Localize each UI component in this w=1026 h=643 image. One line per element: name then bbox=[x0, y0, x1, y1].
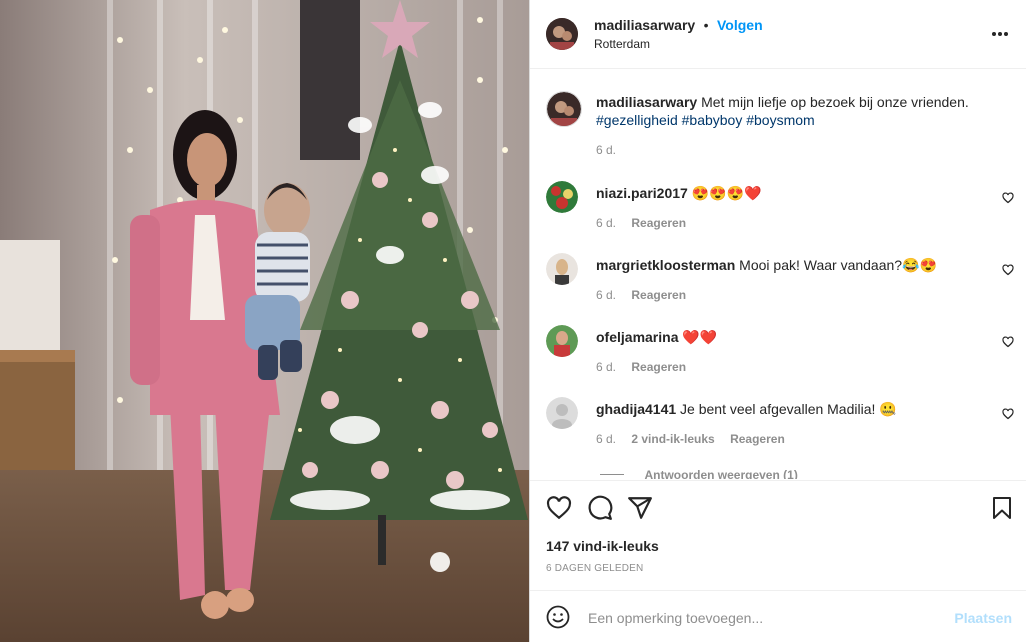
separator-dot: • bbox=[703, 17, 709, 33]
add-comment-bar: Plaatsen bbox=[530, 590, 1026, 643]
heart-icon[interactable] bbox=[546, 495, 572, 521]
share-icon[interactable] bbox=[627, 495, 653, 521]
comment-username[interactable]: margrietkloosterman bbox=[596, 257, 735, 273]
post-comment-button[interactable]: Plaatsen bbox=[954, 610, 1012, 626]
comment-heart-icon[interactable] bbox=[1002, 408, 1014, 420]
follow-button[interactable]: Volgen bbox=[717, 17, 763, 33]
post-location[interactable]: Rotterdam bbox=[594, 37, 650, 51]
post-side-panel: madiliasarwary • Volgen Rotterdam madili… bbox=[529, 0, 1026, 642]
reply-button[interactable]: Reageren bbox=[631, 216, 686, 230]
reply-button[interactable]: Reageren bbox=[631, 360, 686, 374]
comment-age[interactable]: 6 d. bbox=[596, 432, 616, 446]
comment-heart-icon[interactable] bbox=[1002, 192, 1014, 204]
comment-text: Je bent veel afgevallen Madilia! 🤐 bbox=[680, 401, 897, 417]
comment-username[interactable]: ofeljamarina bbox=[596, 329, 678, 345]
post-timestamp[interactable]: 6 DAGEN GELEDEN bbox=[546, 563, 643, 574]
caption-age[interactable]: 6 d. bbox=[596, 143, 616, 157]
comment-avatar[interactable] bbox=[546, 253, 578, 285]
comment-icon[interactable] bbox=[587, 495, 613, 521]
comment-username[interactable]: niazi.pari2017 bbox=[596, 185, 688, 201]
comment-input[interactable] bbox=[586, 605, 930, 631]
view-replies-label[interactable]: Antwoorden weergeven (1) bbox=[644, 468, 797, 479]
reply-button[interactable]: Reageren bbox=[631, 288, 686, 302]
bookmark-icon[interactable] bbox=[990, 495, 1014, 521]
comment-username[interactable]: ghadija4141 bbox=[596, 401, 676, 417]
replies-line bbox=[600, 474, 624, 476]
comment-age[interactable]: 6 d. bbox=[596, 360, 616, 374]
post-header: madiliasarwary • Volgen Rotterdam bbox=[530, 0, 1026, 69]
view-replies-button[interactable]: Antwoorden weergeven (1) bbox=[600, 466, 798, 479]
comment-text: ❤️❤️ bbox=[682, 329, 718, 345]
comment-likes[interactable]: 2 vind-ik-leuks bbox=[631, 432, 714, 446]
author-avatar[interactable] bbox=[546, 18, 578, 50]
reply-button[interactable]: Reageren bbox=[730, 432, 785, 446]
comment-heart-icon[interactable] bbox=[1002, 336, 1014, 348]
likes-count[interactable]: 147 vind-ik-leuks bbox=[546, 538, 659, 554]
comment-avatar[interactable] bbox=[546, 181, 578, 213]
caption-hashtags[interactable]: #gezelligheid #babyboy #boysmom bbox=[596, 112, 815, 128]
comment-heart-icon[interactable] bbox=[1002, 264, 1014, 276]
author-username[interactable]: madiliasarwary bbox=[594, 17, 695, 33]
caption-avatar[interactable] bbox=[546, 91, 582, 127]
caption-text: Met mijn liefje op bezoek bij onze vrien… bbox=[701, 94, 969, 110]
comment-text: Mooi pak! Waar vandaan?😂😍 bbox=[739, 257, 937, 273]
emoji-icon[interactable] bbox=[546, 605, 570, 629]
comment-text: 😍😍😍❤️ bbox=[691, 185, 762, 201]
comments-list[interactable]: madiliasarwary Met mijn liefje op bezoek… bbox=[530, 69, 1026, 479]
comment-age[interactable]: 6 d. bbox=[596, 216, 616, 230]
caption-username[interactable]: madiliasarwary bbox=[596, 94, 697, 110]
comment-age[interactable]: 6 d. bbox=[596, 288, 616, 302]
christmas-photo-image bbox=[0, 0, 529, 642]
post-actions: 147 vind-ik-leuks 6 DAGEN GELEDEN bbox=[530, 480, 1026, 591]
post-photo[interactable] bbox=[0, 0, 529, 642]
comment-avatar[interactable] bbox=[546, 325, 578, 357]
more-icon[interactable] bbox=[990, 24, 1010, 44]
comment-avatar[interactable] bbox=[546, 397, 578, 429]
